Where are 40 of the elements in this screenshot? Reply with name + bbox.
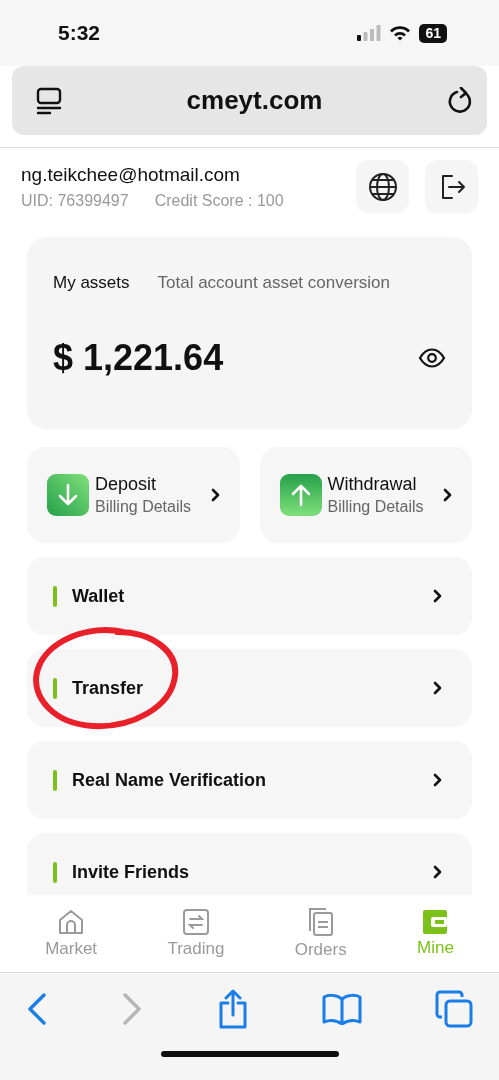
eye-icon[interactable] (418, 348, 446, 368)
action-title: Withdrawal (327, 474, 417, 495)
globe-icon (367, 171, 398, 202)
tabs-icon[interactable] (435, 990, 473, 1028)
address-text[interactable]: cmeyt.com (186, 85, 323, 116)
action-card[interactable]: Deposit Billing Details (27, 447, 240, 543)
asset-amount: $ 1,221.64 (53, 337, 224, 379)
menu-item[interactable]: Invite Friends (27, 833, 472, 895)
assets-title: My assets (53, 273, 130, 293)
chevron-icon (433, 681, 442, 695)
exchange-icon (181, 908, 210, 936)
menu-item[interactable]: Wallet (27, 557, 472, 635)
menu-item[interactable]: Transfer (27, 649, 472, 727)
home-icon (57, 908, 86, 936)
status-time: 5:32 (58, 21, 101, 45)
reload-icon[interactable] (447, 86, 473, 115)
back-icon[interactable] (26, 992, 48, 1026)
action-subtitle: Billing Details (95, 498, 192, 516)
logout-button[interactable] (425, 160, 478, 213)
book-icon[interactable] (321, 993, 362, 1025)
reader-icon[interactable] (36, 86, 62, 115)
uid-text: UID: 76399497 (21, 191, 129, 210)
documents-icon (306, 907, 335, 937)
chevron-icon (210, 488, 220, 502)
chevron-icon (443, 488, 452, 502)
action-card[interactable]: Withdrawal Billing Details (259, 447, 472, 543)
account-email: ng.teikchee@hotmail.com (21, 163, 241, 186)
chevron-icon (433, 589, 442, 603)
chevron-icon (433, 865, 442, 879)
battery-indicator: 61 (419, 23, 447, 43)
credit-score-text: Credit Score : 100 (154, 191, 284, 210)
signal-icon (357, 25, 382, 41)
chevron-icon (433, 773, 442, 787)
wallet-icon (422, 909, 449, 935)
menu-item[interactable]: Real Name Verification (27, 741, 472, 819)
assets-subtitle: Total account asset conversion (157, 273, 390, 293)
language-button[interactable] (356, 160, 409, 213)
wifi-icon (389, 25, 412, 41)
action-subtitle: Billing Details (327, 498, 424, 516)
action-title: Deposit (95, 474, 157, 495)
